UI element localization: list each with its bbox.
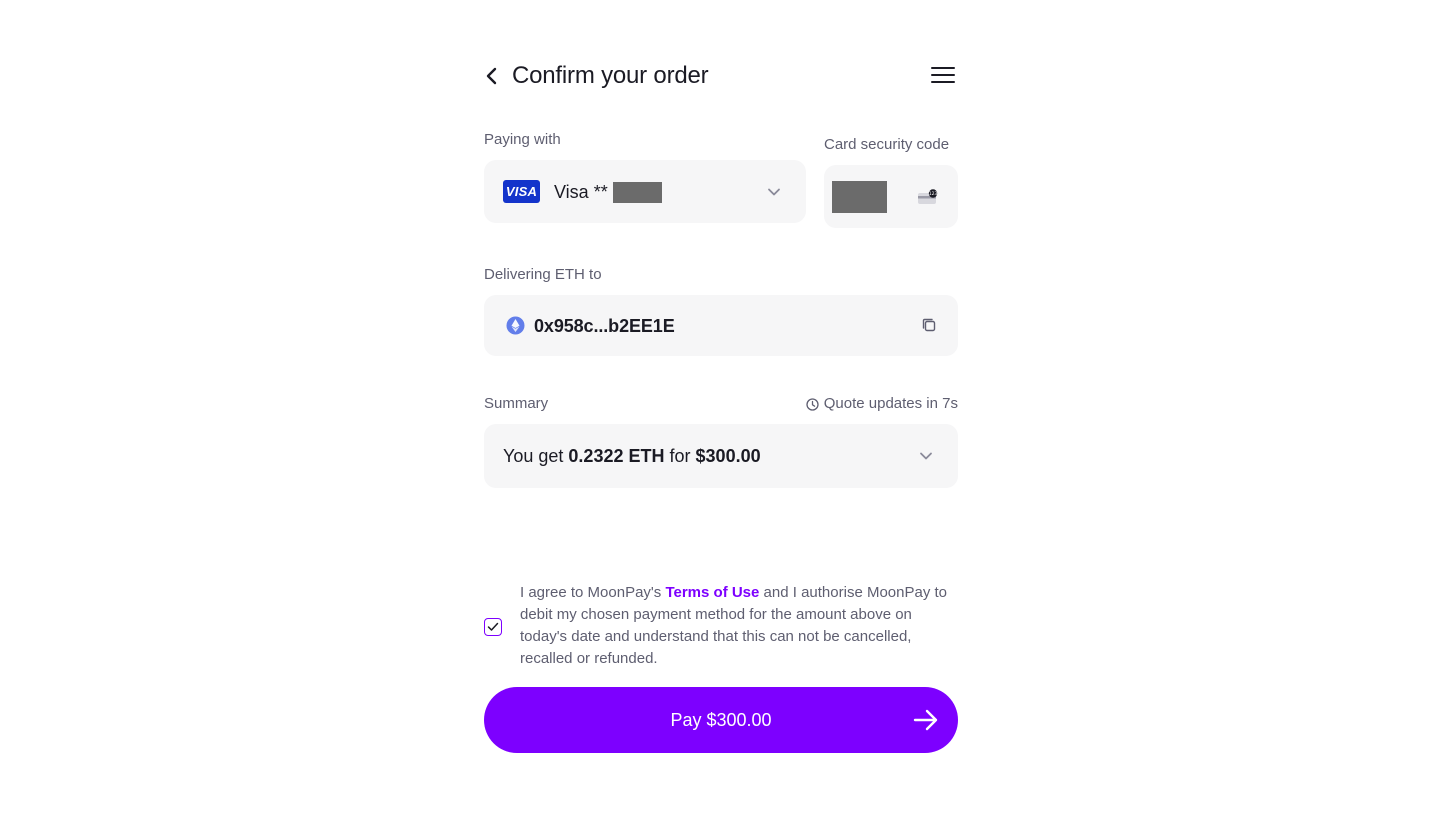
svg-text:123: 123 [929,191,938,197]
summary-you-get: You get [503,446,564,466]
checkout-panel: Confirm your order Paying with VISA Visa… [484,0,958,819]
visa-logo-icon: VISA [503,180,540,203]
chevron-down-icon [920,452,932,460]
wallet-address: 0x958c...b2EE1E [534,316,675,336]
card-security-code-field[interactable]: 123 [824,165,958,228]
pay-button[interactable]: Pay $300.00 [484,687,958,753]
terms-checkbox[interactable] [484,618,502,636]
pay-button-label: Pay $300.00 [670,709,772,730]
copy-icon[interactable] [921,317,937,333]
card-security-code-label: Card security code [824,136,950,153]
summary-text: You get 0.2322 ETH for $300.00 [503,444,761,468]
chevron-down-icon [768,188,780,196]
page-title: Confirm your order [512,62,709,89]
clock-icon [806,397,819,411]
delivering-label: Delivering ETH to [484,266,602,283]
paying-with-label: Paying with [484,131,561,148]
redacted-card-number [613,182,662,203]
redacted-cvc-input [832,181,887,213]
payment-method-select[interactable]: VISA Visa ** [484,160,806,223]
checkmark-icon [487,622,499,631]
card-name: Visa ** [554,182,608,202]
back-button[interactable] [478,62,506,90]
hamburger-menu-icon [931,67,955,83]
terms-agreement-text: I agree to MoonPay's Terms of Use and I … [520,582,960,670]
summary-for: for [669,446,691,466]
summary-price: $300.00 [695,446,761,466]
ethereum-icon [506,316,525,335]
quote-timer-text: Quote updates in 7s [823,395,958,412]
summary-label: Summary [484,395,549,412]
card-cvc-icon: 123 [918,189,938,204]
menu-button[interactable] [928,60,958,90]
order-summary-toggle[interactable]: You get 0.2322 ETH for $300.00 [484,424,958,488]
quote-timer: Quote updates in 7s [799,394,958,414]
arrow-right-icon [913,709,938,731]
terms-of-use-link[interactable]: Terms of Use [665,584,759,601]
terms-text-before: I agree to MoonPay's [520,584,662,601]
summary-amount: 0.2322 ETH [568,446,665,466]
wallet-address-field: 0x958c...b2EE1E [484,295,958,356]
chevron-left-icon [486,67,497,85]
